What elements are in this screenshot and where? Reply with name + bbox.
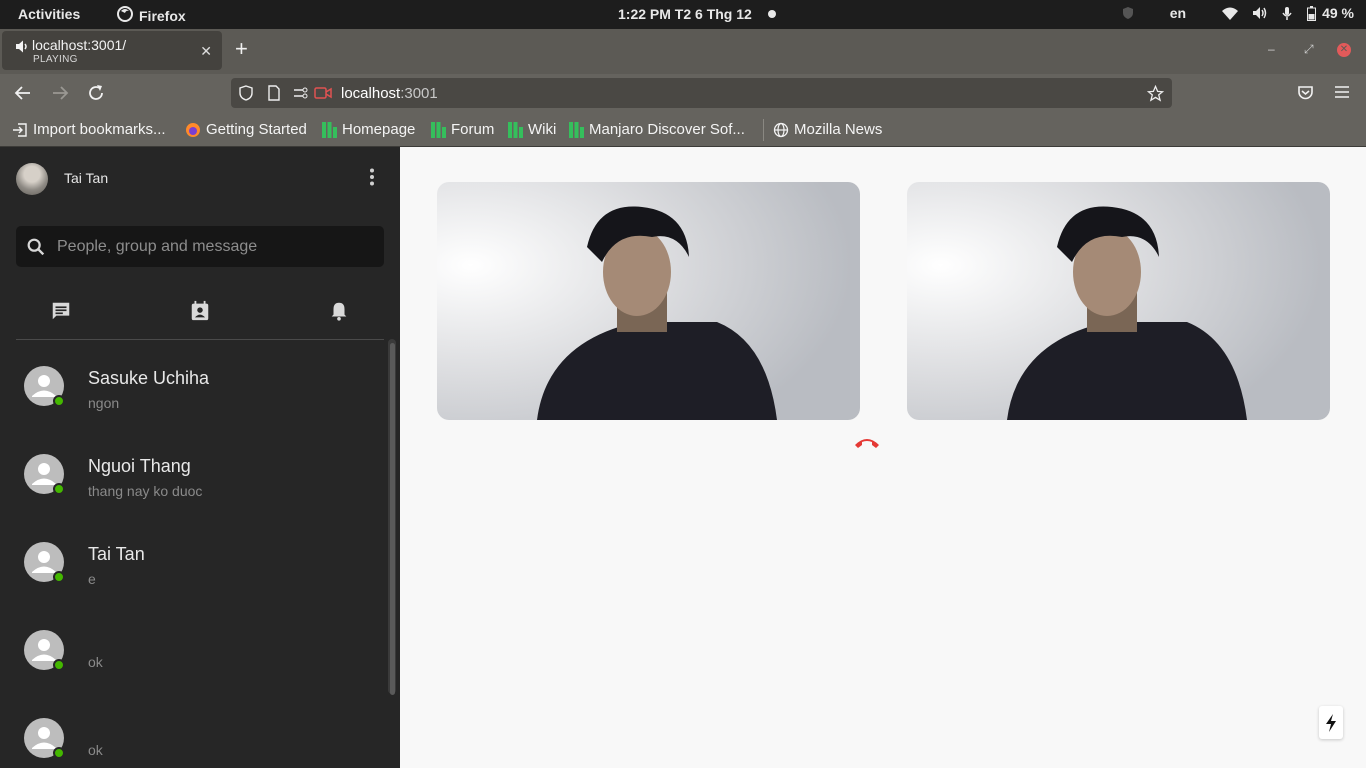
remote-video (907, 182, 1330, 420)
camera-sharing-icon[interactable] (314, 85, 332, 106)
url-text[interactable]: localhost:3001 (341, 85, 438, 102)
navigation-bar: localhost:3001 (0, 74, 1366, 112)
forward-button[interactable] (51, 84, 69, 107)
minimize-button[interactable]: – (1268, 42, 1275, 56)
url-bar[interactable]: localhost:3001 (231, 78, 1172, 108)
last-message: thang nay ko duoc (88, 483, 203, 499)
last-message: ok (88, 742, 103, 758)
last-message: ok (88, 654, 103, 670)
search-icon (25, 236, 47, 263)
list-item[interactable]: ok (0, 706, 388, 768)
manjaro-icon (431, 121, 446, 138)
last-message: ngon (88, 395, 120, 411)
app-menu[interactable]: Firefox (117, 6, 186, 25)
call-area (400, 147, 1366, 768)
shield-icon (1122, 6, 1134, 20)
tab-close-icon[interactable]: ✕ (200, 43, 212, 60)
language-indicator[interactable]: en (1170, 5, 1186, 21)
browser-tab[interactable]: localhost:3001/ PLAYING ✕ (2, 31, 222, 70)
hang-up-button[interactable] (854, 436, 880, 455)
page-info-icon[interactable] (267, 85, 281, 106)
reload-button[interactable] (87, 84, 105, 107)
bookmark-import[interactable]: Import bookmarks... (12, 121, 166, 138)
search-box (16, 226, 384, 267)
tab-strip: localhost:3001/ PLAYING ✕ + – ⤢ ✕ (0, 29, 1366, 74)
online-status-dot (53, 659, 65, 671)
bookmark-getting-started[interactable]: Getting Started (185, 121, 307, 138)
tab-status: PLAYING (33, 54, 78, 65)
bell-icon (331, 302, 347, 321)
maximize-button[interactable]: ⤢ (1304, 42, 1314, 57)
back-button[interactable] (14, 84, 32, 107)
battery-percent: 49 % (1322, 5, 1354, 21)
tracking-shield-icon[interactable] (238, 85, 254, 106)
pocket-icon[interactable] (1297, 84, 1314, 106)
bookmark-wiki[interactable]: Wiki (508, 121, 556, 138)
contacts-icon (191, 300, 209, 321)
bookmark-separator (763, 119, 764, 141)
firefox-icon (117, 6, 133, 25)
manjaro-icon (569, 121, 584, 138)
app-name: Firefox (139, 7, 186, 24)
lightning-icon (1326, 713, 1336, 732)
quick-action-button[interactable] (1319, 706, 1343, 739)
online-status-dot (53, 571, 65, 583)
import-icon (13, 122, 27, 137)
bookmark-forum[interactable]: Forum (431, 121, 494, 138)
battery-icon (1307, 5, 1317, 21)
tab-chats[interactable] (50, 300, 72, 327)
list-item[interactable]: Tai Tan e (0, 530, 388, 618)
list-item[interactable]: Nguoi Thang thang nay ko duoc (0, 442, 388, 530)
new-tab-button[interactable]: + (235, 38, 248, 60)
manjaro-icon (322, 121, 337, 138)
microphone-icon (1281, 6, 1293, 21)
sidebar-tabs (16, 287, 384, 340)
call-end-icon (855, 439, 879, 448)
volume-icon (1252, 6, 1267, 20)
tab-notifications[interactable] (328, 300, 350, 327)
activities-button[interactable]: Activities (18, 6, 80, 22)
last-message: e (88, 571, 96, 587)
bookmark-star-icon[interactable] (1146, 84, 1165, 107)
hamburger-menu-icon[interactable] (1334, 84, 1350, 105)
conversation-list: Sasuke Uchiha ngon Nguoi Thang thang nay… (0, 354, 388, 768)
chat-sidebar: Tai Tan Sasuke Uchiha ngon Nguoi Than (0, 147, 400, 768)
user-avatar[interactable] (16, 163, 48, 195)
globe-icon (773, 122, 789, 137)
tab-title: localhost:3001/ (32, 37, 127, 53)
notification-dot (768, 10, 776, 18)
firefox-icon (186, 122, 200, 137)
list-item[interactable]: ok (0, 618, 388, 706)
system-tray[interactable]: en 49 % (1122, 5, 1354, 21)
scrollbar-thumb[interactable] (390, 343, 395, 695)
clock[interactable]: 1:22 PM T2 6 Thg 12 (618, 6, 752, 22)
manjaro-icon (508, 121, 523, 138)
local-video (437, 182, 860, 420)
bookmark-mozilla-news[interactable]: Mozilla News (773, 121, 882, 138)
bookmark-homepage[interactable]: Homepage (322, 121, 415, 138)
tab-contacts[interactable] (189, 300, 211, 327)
conversation-name: Nguoi Thang (88, 456, 191, 476)
permissions-icon[interactable] (293, 85, 309, 106)
bookmarks-toolbar: Import bookmarks... Getting Started Home… (0, 112, 1366, 147)
system-top-bar: Activities Firefox 1:22 PM T2 6 Thg 12 e… (0, 0, 1366, 29)
bookmark-manjaro-discover[interactable]: Manjaro Discover Sof... (569, 121, 745, 138)
online-status-dot (53, 747, 65, 759)
user-name: Tai Tan (64, 170, 109, 186)
online-status-dot (53, 483, 65, 495)
search-input[interactable] (57, 226, 377, 267)
chat-icon (52, 302, 70, 320)
speaker-icon[interactable] (15, 40, 29, 58)
more-options-icon[interactable] (362, 167, 382, 192)
list-item[interactable]: Sasuke Uchiha ngon (0, 354, 388, 442)
online-status-dot (53, 395, 65, 407)
wifi-icon (1222, 7, 1239, 20)
conversation-name: Tai Tan (88, 544, 145, 564)
window-close-button[interactable]: ✕ (1337, 43, 1351, 57)
conversation-name: Sasuke Uchiha (88, 368, 210, 388)
